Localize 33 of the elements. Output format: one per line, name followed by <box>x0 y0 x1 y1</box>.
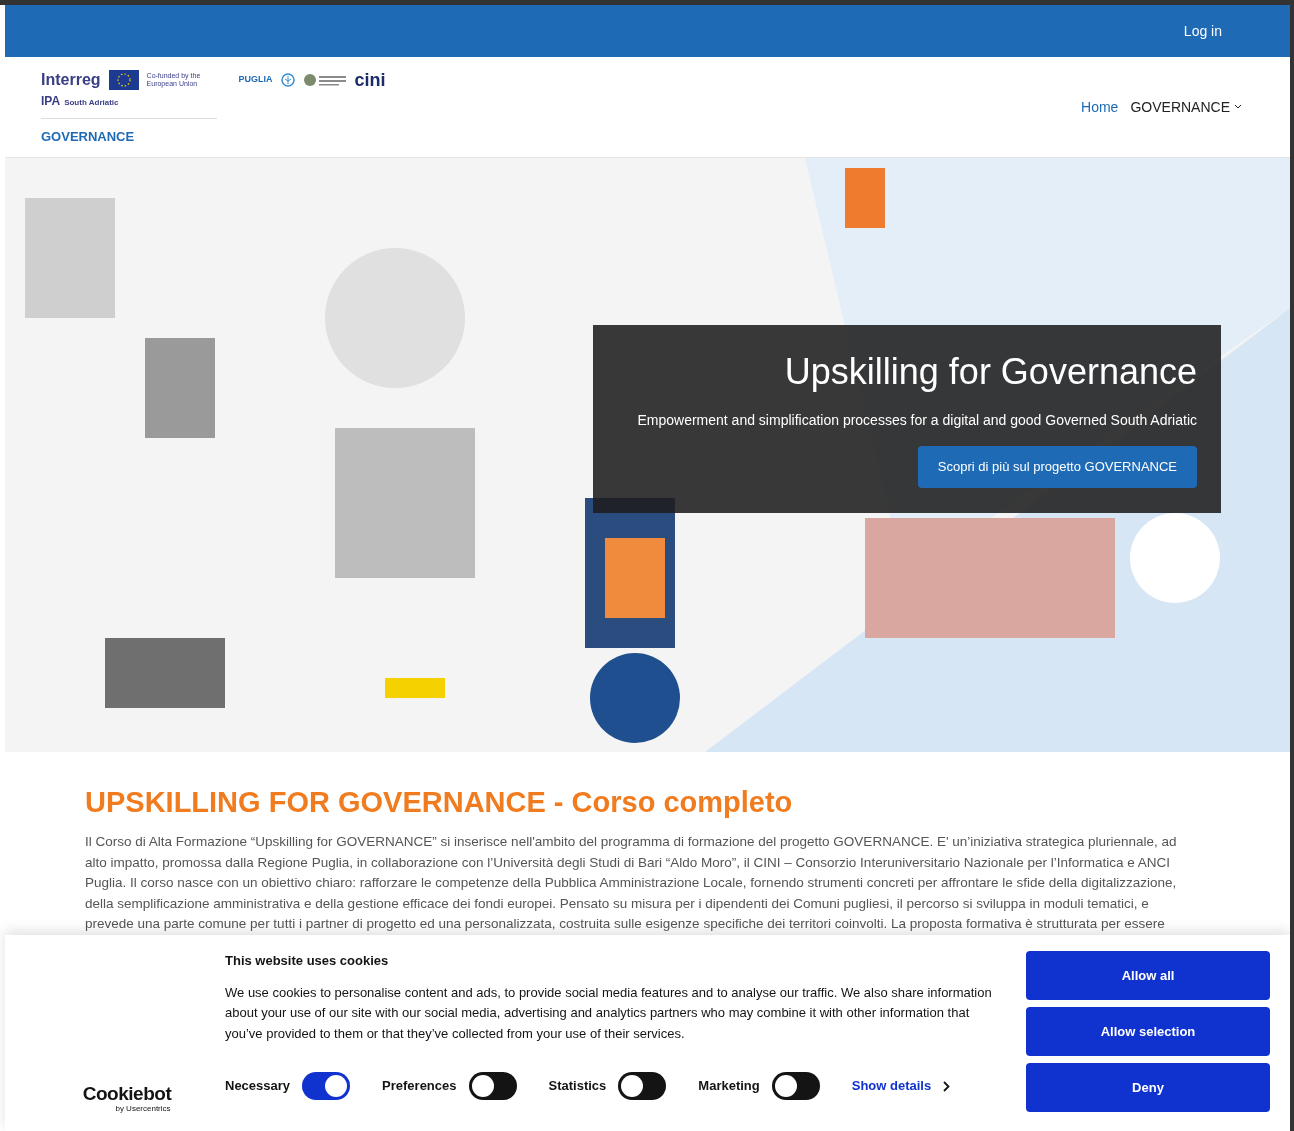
page-title: UPSKILLING FOR GOVERNANCE - Corso completo <box>85 785 794 820</box>
logo-text: IPA <box>41 92 61 110</box>
nav-link[interactable]: Home <box>1081 97 1119 117</box>
cookiebot-logo: Cookiebot <box>82 1084 172 1103</box>
toggle-switch[interactable] <box>302 1072 351 1100</box>
hero-title: Upskilling for Governance <box>784 350 1197 394</box>
show-details-link[interactable]: Show details <box>851 1076 951 1096</box>
toggle-label: Necessary <box>225 1077 291 1096</box>
seal-icon <box>302 72 347 87</box>
toggle-label: Marketing <box>698 1077 760 1096</box>
cookie-button[interactable]: Deny <box>1026 1063 1270 1112</box>
flag-icon <box>108 69 139 90</box>
logo-text: South Adriatic <box>64 96 119 109</box>
cookie-text: We use cookies to personalise content and ads, to provide social media features and to analyse our traffic. We also share information about your use of our site with our social media, advertising and analytics partners who may combine it with other information that you’ve provided to them or that they’ve collected from your use of their services. <box>225 983 993 1043</box>
logo-text: cini <box>354 70 386 89</box>
toggle-switch[interactable] <box>771 1072 820 1100</box>
toggle-switch[interactable] <box>618 1072 667 1100</box>
toggle-switch[interactable] <box>468 1072 517 1100</box>
logo-text: Interreg <box>41 69 101 90</box>
cookie-button[interactable]: Allow all <box>1026 951 1270 1000</box>
login-link[interactable]: Log in <box>1183 21 1222 41</box>
project-logo: GOVERNANCE <box>41 127 136 146</box>
project-button[interactable]: Scopri di più sul progetto GOVERNANCE <box>917 446 1197 488</box>
cookie-button[interactable]: Allow selection <box>1026 1007 1270 1056</box>
hero-subtitle: Empowerment and simplification processes for a digital and good Governed South Adriatic <box>637 411 1197 430</box>
intro-paragraph: Il Corso di Alta Formazione “Upskilling for GOVERNANCE” si inserisce nell'ambito del programma di formazione del progetto GOVERNANCE. E' un’iniziativa strategica pluriennale, ad alto impatto, promossa dalla Regione Puglia, in collaborazione con l’Università degli Studi di Bari “Aldo Moro”, il CINI – Consorzio Interuniversitario Nazionale per l’Informatica e ANCI Puglia. Il corso nasce con un obiettivo chiaro: rafforzare le competenze della Pubblica Amministrazione Locale, fornendo strumenti concreti per affrontare le sfide della digitalizzazione, della semplificazione amministrativa e della gestione efficace dei fondi europei. Pensato su misura per i dipendenti dei Comuni pugliesi, il percorso si sviluppa in moduli tematici, e prevede una parte comune per tutti i partner di progetto ed una personalizzata, costruita sulle esigenze specifiche dei territori coinvolti. La proposta formativa è strutturata per essere <box>85 833 1178 934</box>
cookiebot-tagline: by Usercentrics <box>115 1103 171 1115</box>
chevron-right-icon <box>943 1080 951 1092</box>
toggle-label: Preferences <box>382 1077 457 1096</box>
logo-text: PUGLIA <box>238 73 273 86</box>
cookie-title: This website uses cookies <box>225 952 390 970</box>
toggle-label: Statistics <box>548 1077 607 1096</box>
nav-link[interactable]: GOVERNANCE <box>1130 97 1242 117</box>
